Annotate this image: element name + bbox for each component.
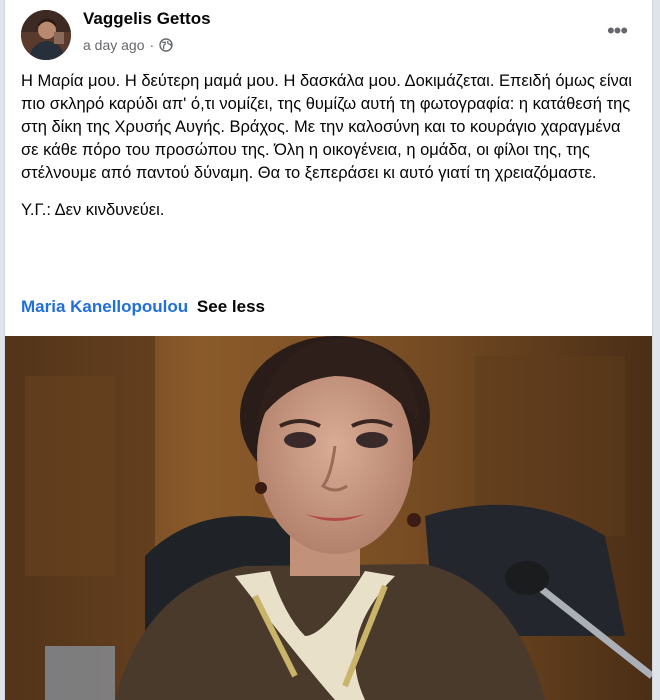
- globe-icon[interactable]: [159, 38, 173, 52]
- post-meta: a day ago ·: [83, 37, 173, 53]
- tagged-person-link[interactable]: Maria Kanellopoulou: [21, 297, 188, 316]
- author-name[interactable]: Vaggelis Gettos: [83, 9, 211, 29]
- post-card: Vaggelis Gettos a day ago · ••• Η Μαρία …: [4, 0, 653, 700]
- see-less-button[interactable]: See less: [197, 297, 265, 316]
- more-options-icon[interactable]: •••: [604, 18, 630, 44]
- author-avatar[interactable]: [21, 10, 71, 60]
- post-header: Vaggelis Gettos a day ago · •••: [5, 0, 652, 64]
- post-paragraph: Η Μαρία μου. Η δεύτερη μαμά μου. Η δασκά…: [21, 72, 632, 182]
- meta-separator: ·: [149, 37, 155, 53]
- post-text: Η Μαρία μου. Η δεύτερη μαμά μου. Η δασκά…: [21, 70, 633, 236]
- post-tagline: Maria Kanellopoulou See less: [21, 297, 265, 317]
- post-photo[interactable]: [5, 336, 652, 700]
- post-timestamp[interactable]: a day ago: [83, 37, 145, 53]
- post-postscript: Υ.Γ.: Δεν κινδυνεύει.: [21, 201, 165, 219]
